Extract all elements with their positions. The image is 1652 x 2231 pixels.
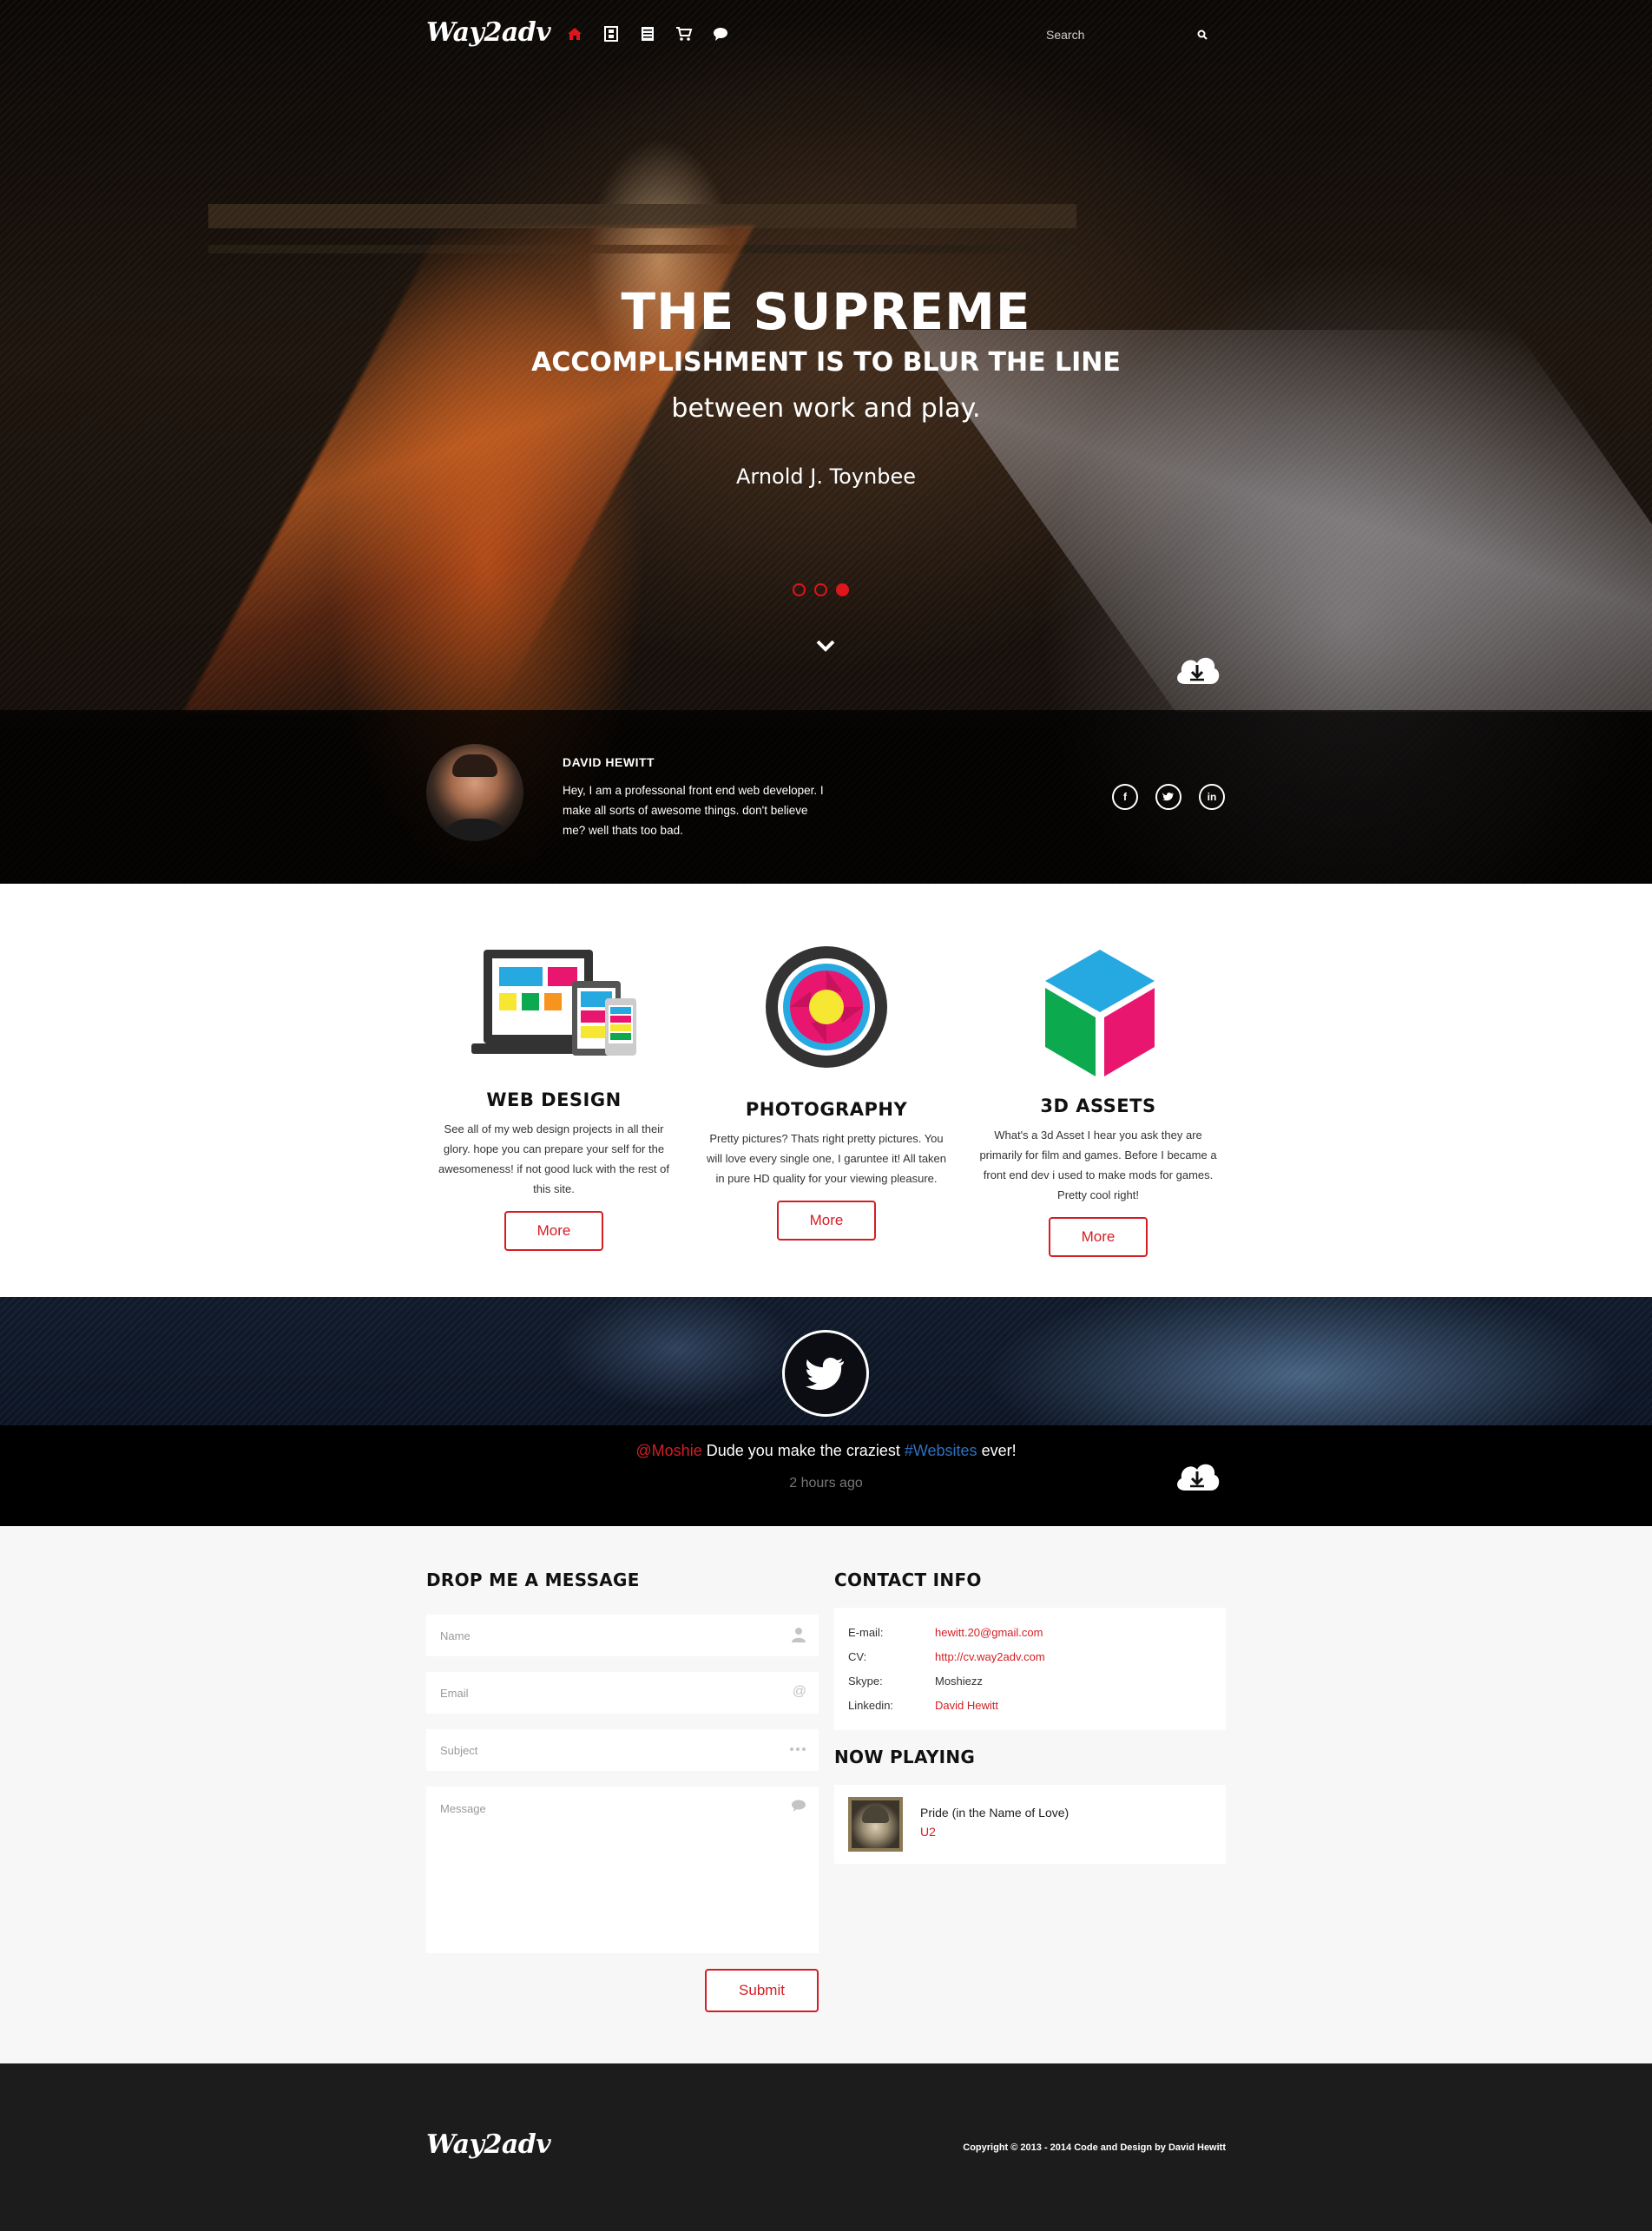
facebook-icon[interactable]: f: [1112, 784, 1138, 810]
name-field-wrap: [426, 1615, 819, 1656]
subject-field[interactable]: [426, 1729, 819, 1771]
service-description: See all of my web design projects in all…: [438, 1122, 669, 1195]
tweet-timestamp: 2 hours ago: [789, 1476, 863, 1491]
hero-quote-line-1: THE SUPREME: [621, 282, 1031, 341]
email-field-wrap: @: [426, 1672, 819, 1714]
service-title: WEB DESIGN: [486, 1089, 622, 1110]
twitter-icon[interactable]: [1155, 784, 1181, 810]
top-nav: Way2adv: [426, 17, 1225, 52]
cv-link[interactable]: http://cv.way2adv.com: [935, 1650, 1045, 1663]
linkedin-icon[interactable]: in: [1199, 784, 1225, 810]
tweet-body-start: Dude you make the craziest: [701, 1442, 905, 1459]
contact-info-box: E-mail: hewitt.20@gmail.com CV: http://c…: [834, 1608, 1226, 1730]
contact-label: Skype:: [848, 1675, 883, 1688]
film-icon[interactable]: [602, 24, 621, 43]
contact-info-title: CONTACT INFO: [834, 1570, 982, 1590]
slider-pagination: [793, 583, 849, 596]
email-field[interactable]: [426, 1672, 819, 1714]
service-title: PHOTOGRAPHY: [745, 1099, 908, 1120]
message-field[interactable]: [426, 1787, 819, 1953]
contact-label: Linkedin:: [848, 1699, 894, 1712]
list-icon[interactable]: [638, 24, 657, 43]
subject-field-wrap: [426, 1729, 819, 1771]
search-box: [1034, 23, 1216, 47]
hero-banner: [0, 0, 1652, 884]
now-playing-box: Pride (in the Name of Love) U2: [834, 1785, 1226, 1864]
now-playing-title: NOW PLAYING: [834, 1747, 976, 1767]
skype-value: Moshiezz: [935, 1675, 983, 1688]
hero-quote-line-3: between work and play.: [671, 393, 981, 424]
camera-aperture-illustration: [764, 944, 889, 1069]
service-web-design: WEB DESIGN See all of my web design proj…: [424, 1089, 684, 1251]
cloud-download-icon[interactable]: [1173, 653, 1221, 686]
search-icon[interactable]: [1194, 26, 1211, 43]
slider-dot-2[interactable]: [814, 583, 827, 596]
slider-dot-3[interactable]: [836, 583, 849, 596]
form-title: DROP ME A MESSAGE: [426, 1570, 640, 1590]
tweet-hashtag[interactable]: #Websites: [905, 1442, 977, 1459]
tweet-text: @Moshie Dude you make the craziest #Webs…: [0, 1442, 1652, 1460]
chevron-down-icon[interactable]: [814, 635, 837, 658]
name-field[interactable]: [426, 1615, 819, 1656]
contact-label: E-mail:: [848, 1626, 884, 1639]
service-title: 3D ASSETS: [1040, 1096, 1156, 1116]
twitter-bird-icon[interactable]: [782, 1330, 869, 1417]
3d-assets-more-button[interactable]: More: [1049, 1217, 1148, 1257]
user-icon: [791, 1627, 806, 1647]
photography-more-button[interactable]: More: [777, 1201, 876, 1241]
tweet-body-end: ever!: [977, 1442, 1017, 1459]
footer-logo[interactable]: Way2adv: [426, 2129, 551, 2160]
web-design-illustration: [470, 946, 638, 1068]
search-input[interactable]: [1034, 23, 1216, 47]
tweet-handle[interactable]: @Moshie: [635, 1442, 701, 1459]
submit-button[interactable]: Submit: [705, 1969, 819, 2012]
web-design-more-button[interactable]: More: [504, 1211, 603, 1251]
site-logo[interactable]: Way2adv: [426, 17, 551, 48]
avatar: [426, 744, 523, 841]
service-description: Pretty pictures? Thats right pretty pict…: [706, 1132, 947, 1185]
slider-dot-1[interactable]: [793, 583, 806, 596]
hero-quote-line-2: ACCOMPLISHMENT IS TO BLUR THE LINE: [531, 347, 1121, 378]
nav-icon-bar: [565, 24, 730, 43]
service-3d-assets: 3D ASSETS What's a 3d Asset I hear you a…: [968, 1096, 1228, 1257]
service-description: What's a 3d Asset I hear you ask they ar…: [979, 1129, 1217, 1201]
hero-quote-author: Arnold J. Toynbee: [735, 464, 917, 489]
cloud-download-icon[interactable]: [1173, 1459, 1221, 1492]
chat-icon[interactable]: [711, 24, 730, 43]
cart-icon[interactable]: [675, 24, 694, 43]
artist-link[interactable]: U2: [920, 1825, 936, 1839]
contact-label: CV:: [848, 1650, 867, 1663]
service-photography: PHOTOGRAPHY Pretty pictures? Thats right…: [696, 1099, 957, 1241]
ellipsis-icon: [789, 1741, 806, 1761]
3d-cube-illustration: [1042, 948, 1158, 1078]
song-title: Pride (in the Name of Love): [920, 1806, 1070, 1820]
email-link[interactable]: hewitt.20@gmail.com: [935, 1626, 1043, 1639]
speech-bubble-icon: [791, 1799, 806, 1817]
message-field-wrap: [426, 1787, 819, 1953]
linkedin-link[interactable]: David Hewitt: [935, 1699, 998, 1712]
home-icon[interactable]: [565, 24, 584, 43]
profile-bio: Hey, I am a professonal front end web de…: [563, 784, 824, 837]
at-sign-icon: @: [792, 1684, 806, 1699]
album-cover: [848, 1797, 903, 1852]
footer: Way2adv Copyright © 2013 - 2014 Code and…: [0, 2063, 1652, 2231]
copyright-text: Copyright © 2013 - 2014 Code and Design …: [963, 2142, 1226, 2153]
contact-section: [0, 1526, 1652, 2063]
profile-name: DAVID HEWITT: [563, 755, 655, 769]
